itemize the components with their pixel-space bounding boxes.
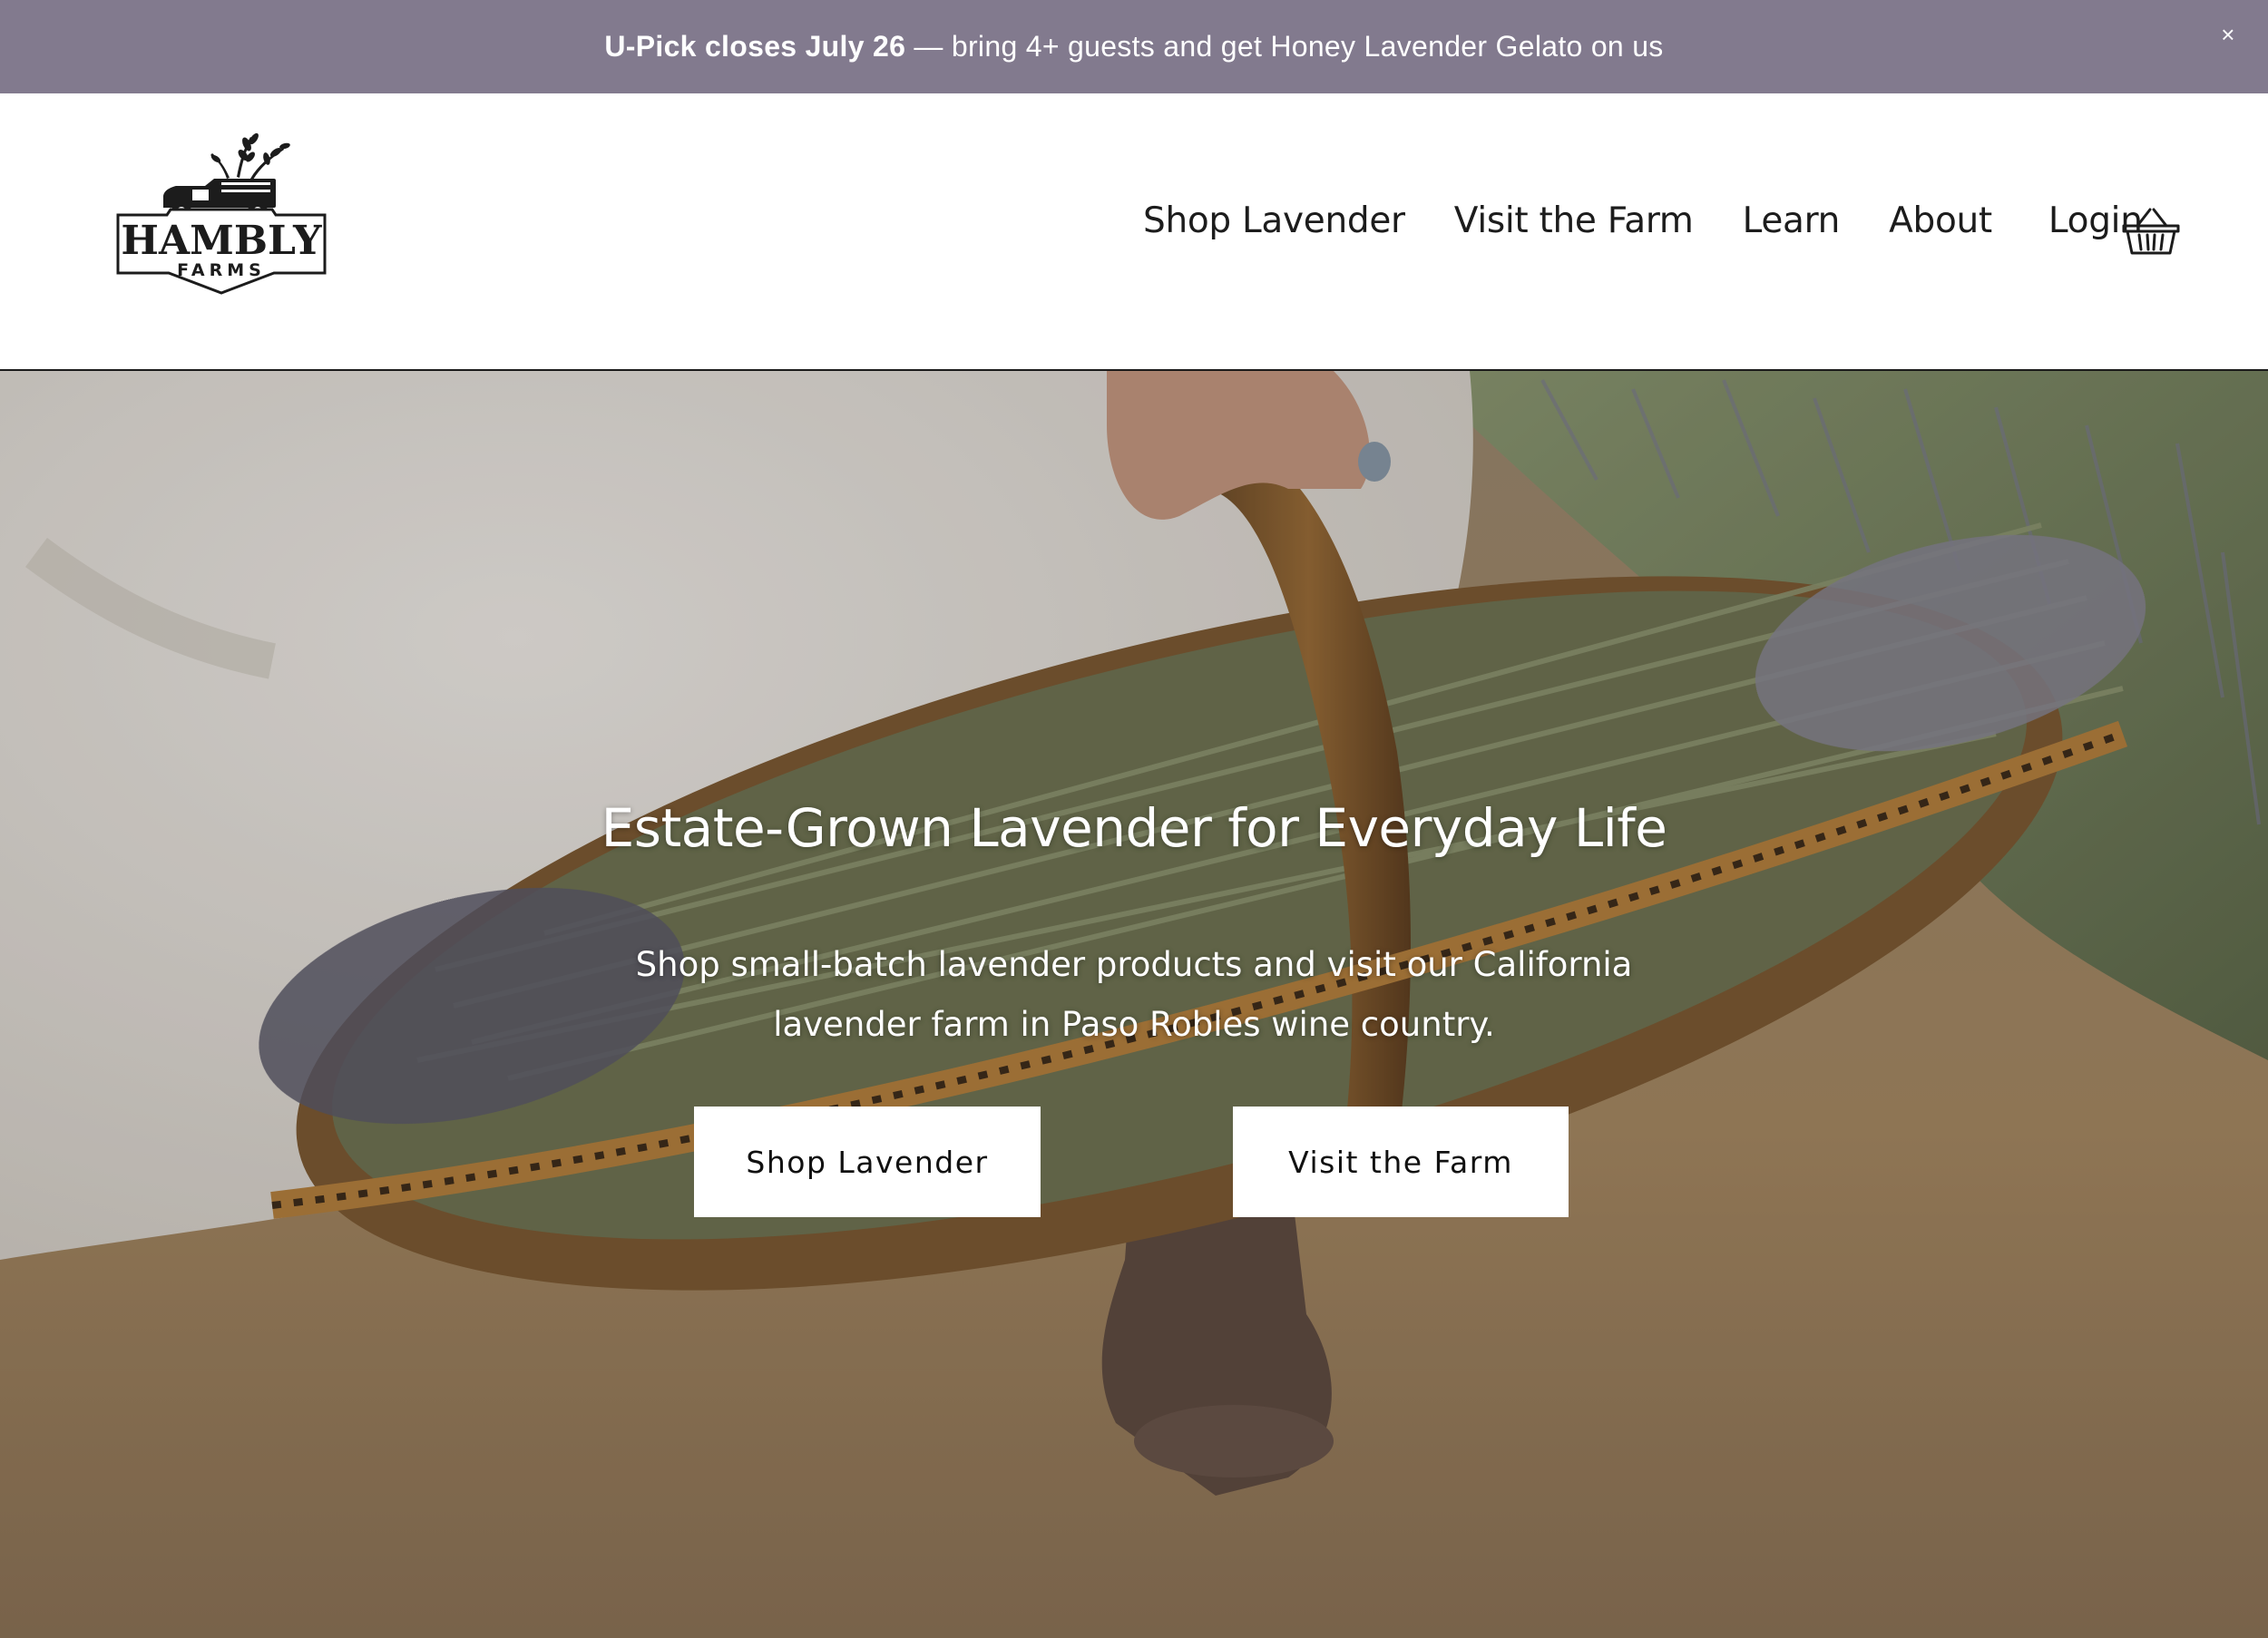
nav-about[interactable]: About: [1889, 200, 1992, 241]
shop-lavender-button[interactable]: Shop Lavender: [694, 1107, 1041, 1217]
nav-visit-the-farm[interactable]: Visit the Farm: [1454, 200, 1694, 241]
truck-with-lavender-logo-icon: HAMBLY FARMS: [116, 132, 327, 295]
main-nav: Shop Lavender Visit the Farm Learn About…: [1143, 193, 2192, 248]
site-logo[interactable]: HAMBLY FARMS: [114, 126, 328, 298]
svg-text:HAMBLY: HAMBLY: [121, 218, 322, 264]
nav-learn[interactable]: Learn: [1743, 200, 1841, 241]
cart-button[interactable]: [2121, 204, 2181, 258]
hero-subtitle: Shop small-batch lavender products and v…: [635, 945, 1633, 1044]
visit-the-farm-button[interactable]: Visit the Farm: [1233, 1107, 1569, 1217]
close-icon[interactable]: ×: [2215, 22, 2241, 47]
hero-section: Estate-Grown Lavender for Everyday Life …: [0, 371, 2268, 1638]
svg-text:FARMS: FARMS: [177, 260, 266, 280]
nav-shop-lavender[interactable]: Shop Lavender: [1143, 200, 1405, 241]
announcement-highlight: U-Pick closes July 26: [604, 30, 906, 63]
hero-title: Estate-Grown Lavender for Everyday Life: [601, 797, 1667, 859]
announcement-bar: U-Pick closes July 26 — bring 4+ guests …: [0, 0, 2268, 93]
basket-icon: [2122, 208, 2180, 255]
site-header: HAMBLY FARMS Shop Lavender Visit the Far…: [0, 93, 2268, 371]
announcement-message: — bring 4+ guests and get Honey Lavender…: [905, 30, 1664, 63]
